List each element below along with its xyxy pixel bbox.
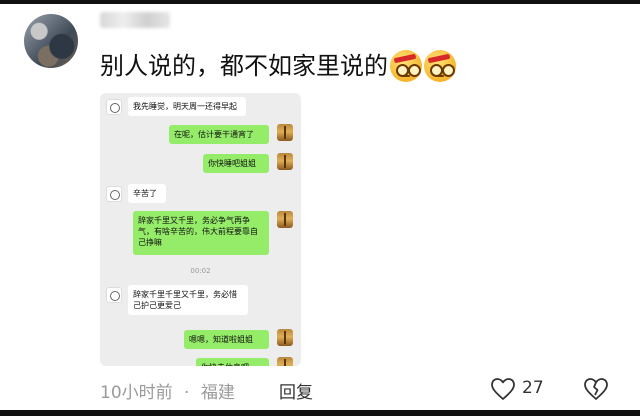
meta-separator: ·: [184, 383, 190, 403]
bottom-border: [0, 410, 640, 416]
chat-message: 辞家千里千里又千里，务必惜己护己更爱己: [128, 285, 248, 315]
reply-button[interactable]: 回复: [279, 378, 313, 403]
chat-message: 你快去休息吧: [196, 358, 269, 366]
self-avatar-icon: [277, 124, 293, 141]
like-count: 27: [522, 378, 544, 398]
self-avatar-icon: [277, 357, 293, 366]
contact-avatar-icon: [106, 99, 122, 115]
grimace-emoji-icon: [424, 50, 456, 82]
comment-body: 别人说的，都不如家里说的: [100, 52, 388, 80]
self-avatar-icon: [277, 211, 293, 228]
self-avatar-icon: [277, 153, 293, 170]
chat-time-divider: 00:02: [190, 267, 211, 275]
broken-heart-icon[interactable]: [583, 377, 609, 401]
chat-message: 我先睡觉，明天周一还得早起: [128, 97, 246, 116]
top-border: [0, 0, 640, 4]
username-blurred[interactable]: [100, 12, 170, 28]
comment-text: 别人说的，都不如家里说的: [100, 50, 456, 82]
chat-message: 你快睡吧姐姐: [203, 154, 269, 173]
chat-screenshot-image[interactable]: 我先睡觉，明天周一还得早起 在呢，估计要干通宵了 你快睡吧姐姐 辛苦了 辞家千里…: [100, 93, 301, 366]
comment-meta: 10小时前 · 福建: [100, 378, 235, 403]
grimace-emoji-icon: [390, 50, 422, 82]
contact-avatar-icon: [106, 287, 122, 303]
chat-message: 嗯嗯，知道啦姐姐: [184, 330, 269, 349]
user-avatar[interactable]: [24, 14, 78, 68]
comment-time: 10小时前: [100, 383, 173, 403]
chat-message: 在呢，估计要干通宵了: [169, 125, 269, 144]
self-avatar-icon: [277, 329, 293, 346]
chat-message: 辛苦了: [128, 184, 166, 203]
comment-location: 福建: [200, 383, 235, 403]
chat-message: 辞家千里又千里，务必争气再争气，有啥辛苦的，伟大前程要靠自己挣嘛: [133, 211, 269, 255]
contact-avatar-icon: [106, 186, 122, 202]
heart-icon[interactable]: [490, 377, 516, 401]
